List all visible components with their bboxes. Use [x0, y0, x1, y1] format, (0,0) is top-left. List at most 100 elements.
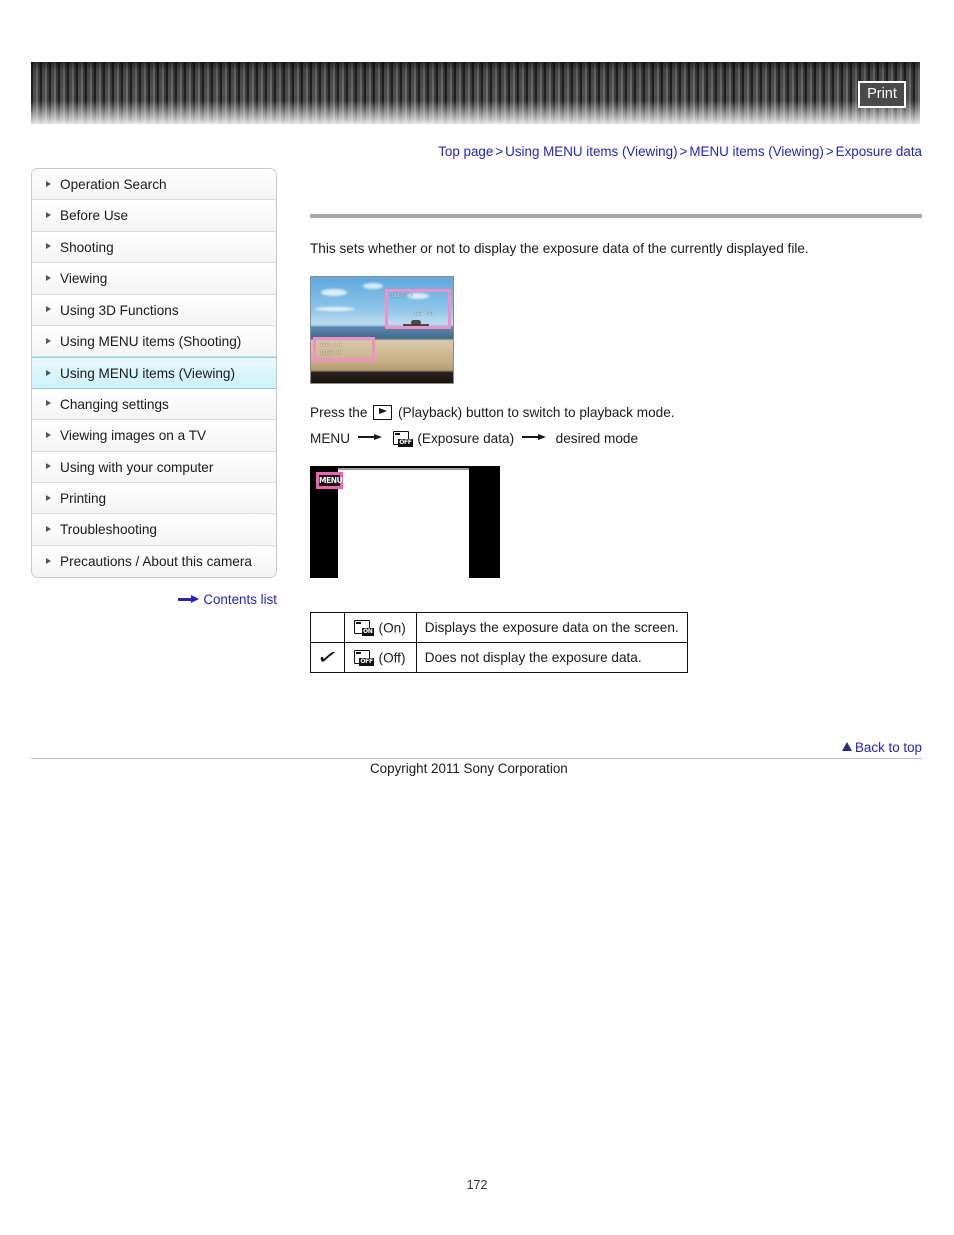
step-2-icon-label: (Exposure data): [417, 431, 515, 446]
step-1-suffix: (Playback) button to switch to playback …: [397, 405, 675, 420]
chevron-right-icon: [46, 306, 51, 313]
arrow-right-icon: [178, 595, 200, 603]
table-cell-mode: ON (On): [343, 612, 417, 643]
print-button[interactable]: Print: [858, 81, 906, 108]
chevron-right-icon: [46, 463, 51, 470]
table-cell-default-marker: [310, 612, 345, 643]
chevron-right-icon: [46, 557, 51, 564]
highlight-box-top: 100 F3.5 ISO 400: [385, 289, 451, 329]
arrow-right-icon: [357, 432, 384, 442]
overlay-exposure-bottom: 2011-1-1: [320, 343, 342, 348]
sidebar-item-viewing[interactable]: Viewing: [32, 263, 276, 295]
exposure-data-icon-tag: ON: [361, 627, 374, 636]
chevron-right-icon: [46, 369, 51, 376]
sidebar-item-viewing-images-on-a-tv[interactable]: Viewing images on a TV: [32, 420, 276, 452]
sidebar-item-label: Troubleshooting: [60, 522, 157, 538]
breadcrumb-item-exposure-data[interactable]: Exposure data: [836, 144, 922, 159]
title-divider: [310, 214, 922, 218]
chevron-right-icon: [46, 243, 51, 250]
checkmark-icon: ✓: [315, 645, 340, 670]
sidebar-item-label: Printing: [60, 490, 107, 506]
back-to-top-label: Back to top: [855, 740, 922, 755]
exposure-data-icon-tag: OFF: [398, 438, 413, 447]
sidebar-item-printing[interactable]: Printing: [32, 482, 276, 515]
chevron-right-icon: [46, 337, 51, 344]
sidebar-item-label: Viewing: [60, 271, 108, 287]
chevron-right-icon: [46, 212, 51, 219]
menu-badge: MENU: [316, 472, 343, 489]
breadcrumb-item-top-page[interactable]: Top page: [438, 144, 493, 159]
sidebar-item-label: Precautions / About this camera: [60, 553, 252, 569]
playback-icon: [373, 405, 393, 420]
sidebar-item-label: Using MENU items (Viewing): [60, 366, 235, 382]
sidebar-item-label: Changing settings: [60, 396, 169, 412]
sidebar-item-label: Using with your computer: [60, 459, 214, 475]
chevron-right-icon: [46, 400, 51, 407]
sidebar-item-using-with-your-computer[interactable]: Using with your computer: [32, 451, 276, 483]
sidebar-item-label: Operation Search: [60, 177, 167, 192]
triangle-up-icon: [842, 742, 852, 751]
chevron-right-icon: [46, 180, 51, 187]
exposure-data-icon: OFF: [392, 430, 413, 447]
breadcrumb-separator: >: [679, 144, 688, 159]
screen-white-area: [338, 470, 469, 578]
chevron-right-icon: [46, 525, 51, 532]
table-cell-description: Displays the exposure data on the screen…: [415, 612, 688, 643]
page-title: [310, 168, 922, 214]
contents-list-link[interactable]: Contents list: [31, 592, 277, 607]
sidebar-item-before-use[interactable]: Before Use: [32, 200, 276, 232]
step-1: Press the (Playback) button to switch to…: [310, 400, 922, 426]
table-row: ON (On) Displays the exposure data on th…: [310, 612, 688, 643]
header-banner: [31, 62, 920, 124]
table-cell-mode: OFF (Off): [343, 642, 417, 673]
back-to-top-link[interactable]: Back to top: [310, 740, 922, 755]
sidebar-item-label: Viewing images on a TV: [60, 428, 207, 444]
sample-photo: 100 F3.5 ISO 400 2011-1-1 10:30 AM: [310, 276, 454, 384]
exposure-data-icon-tag: OFF: [359, 657, 374, 666]
sidebar-item-using-3d-functions[interactable]: Using 3D Functions: [32, 294, 276, 326]
cloud-shape: [315, 307, 355, 311]
table-cell-description: Does not display the exposure data.: [415, 642, 688, 673]
breadcrumb-item-using-menu-items-viewing[interactable]: Using MENU items (Viewing): [505, 144, 677, 159]
breadcrumb-item-menu-items-viewing[interactable]: MENU items (Viewing): [689, 144, 823, 159]
page-number: 172: [466, 1178, 488, 1192]
main-content: This sets whether or not to display the …: [310, 168, 922, 713]
table-cell-mode-label: (On): [378, 620, 406, 635]
step-1-prefix: Press the: [310, 405, 368, 420]
cloud-shape: [363, 283, 383, 289]
sidebar-item-using-menu-items-shooting[interactable]: Using MENU items (Shooting): [32, 325, 276, 358]
sidebar-item-label: Using MENU items (Shooting): [60, 333, 242, 349]
cloud-shape: [321, 289, 347, 296]
table-cell-default-marker: ✓: [310, 642, 345, 673]
sidebar-item-operation-search[interactable]: Operation Search: [32, 169, 276, 201]
arrow-right-icon: [521, 432, 548, 442]
breadcrumb-separator: >: [825, 144, 834, 159]
exposure-data-off-icon: OFF: [353, 649, 374, 666]
footer-divider: [31, 758, 922, 759]
copyright-text: Copyright 2011 Sony Corporation: [370, 761, 568, 776]
sidebar-item-using-menu-items-viewing[interactable]: Using MENU items (Viewing): [32, 357, 276, 389]
breadcrumb-separator: >: [495, 144, 504, 159]
overlay-exposure-top2: ISO 400: [414, 312, 433, 317]
highlight-box-bottom: 2011-1-1 10:30 AM: [313, 337, 375, 361]
table-row: ✓ OFF (Off) Does not display the exposur…: [310, 642, 688, 673]
sidebar-navigation: Operation Search Before Use Shooting Vie…: [31, 168, 277, 579]
step-2-menu-label: MENU: [310, 431, 351, 446]
documentation-page: Print Top page > Using MENU items (Viewing…: [0, 0, 954, 1235]
exposure-data-on-icon: ON: [353, 619, 374, 636]
step-instructions: Press the (Playback) button to switch to…: [310, 400, 922, 452]
contents-list-label: Contents list: [203, 592, 277, 607]
table-cell-mode-label: (Off): [378, 650, 406, 665]
sidebar-item-shooting[interactable]: Shooting: [32, 231, 276, 264]
sidebar-item-troubleshooting[interactable]: Troubleshooting: [32, 514, 276, 546]
breadcrumb: Top page > Using MENU items (Viewing) > MENU…: [310, 144, 922, 159]
chevron-right-icon: [46, 494, 51, 501]
sidebar-item-changing-settings[interactable]: Changing settings: [32, 388, 276, 421]
chevron-right-icon: [46, 431, 51, 438]
options-table: ON (On) Displays the exposure data on th…: [310, 612, 688, 673]
step-2: MENU OFF (Exposure data) desired mode: [310, 426, 922, 452]
sidebar-item-precautions-about-this-camera[interactable]: Precautions / About this camera: [32, 545, 276, 578]
intro-text: This sets whether or not to display the …: [310, 241, 809, 256]
menu-screen-illustration: MENU: [310, 466, 500, 578]
step-2-end-label: desired mode: [555, 431, 639, 446]
